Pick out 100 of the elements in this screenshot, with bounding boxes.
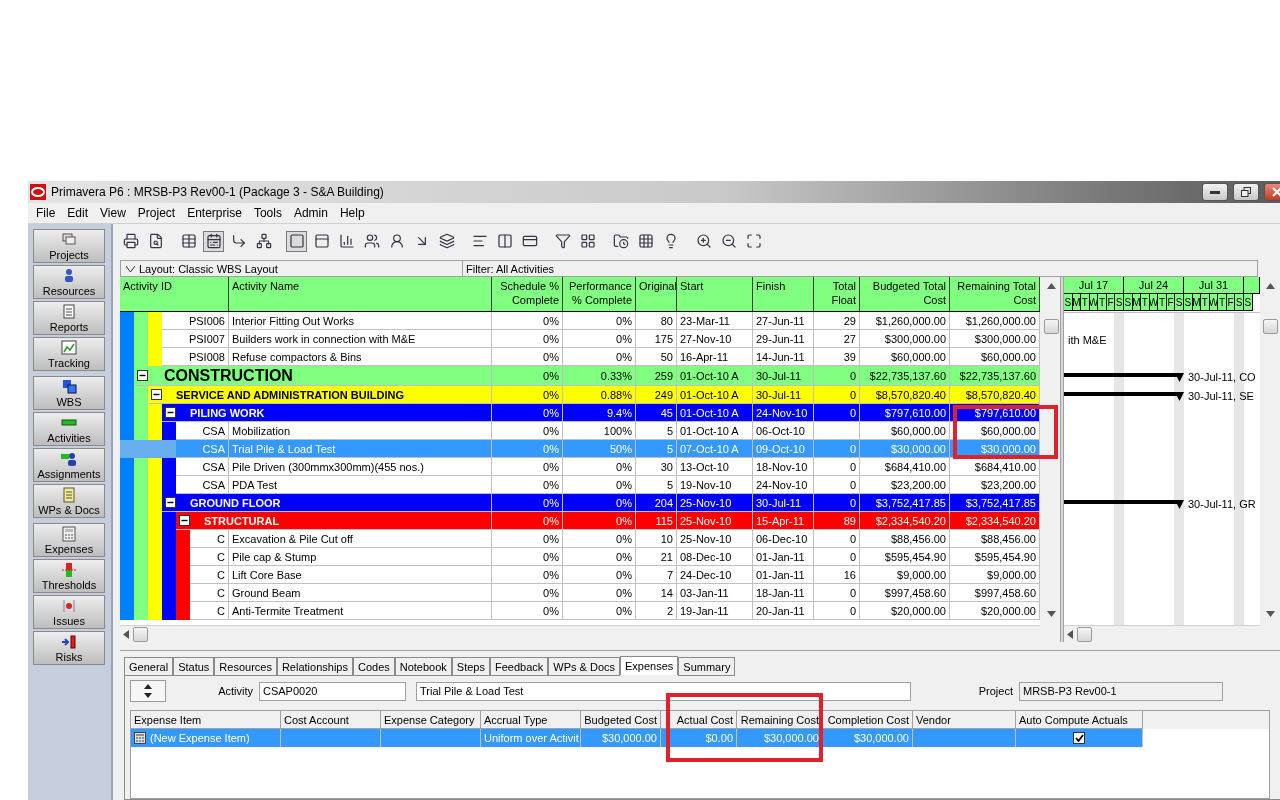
menu-item[interactable]: Project — [131, 206, 182, 220]
scroll-up-icon[interactable] — [1046, 283, 1056, 289]
table-cell[interactable]: C — [190, 530, 229, 548]
wbs-heading[interactable]: CONSTRUCTION — [134, 366, 492, 386]
scroll-thumb[interactable] — [1043, 319, 1059, 334]
sidebar-button[interactable]: WBS — [33, 376, 105, 410]
sidebar-button[interactable]: Thresholds — [33, 559, 105, 593]
table-cell: $8,570,820.40 — [860, 386, 950, 404]
tab[interactable]: Codes — [352, 657, 395, 676]
wbs-band — [162, 512, 176, 530]
table-cell: 16-Apr-11 — [677, 348, 753, 366]
sidebar-button[interactable]: Risks — [33, 631, 105, 665]
table-cell: 13-Oct-10 — [677, 458, 753, 476]
sidebar-button[interactable]: Assignments — [33, 448, 105, 482]
scroll-down-icon[interactable] — [1046, 611, 1056, 617]
collapse-icon[interactable] — [137, 370, 148, 381]
scroll-thumb[interactable] — [1077, 626, 1092, 642]
column-header[interactable]: Performance % Complete — [563, 277, 636, 311]
collapse-icon[interactable] — [165, 407, 176, 418]
gantt-bar[interactable] — [1064, 372, 1184, 382]
table-cell[interactable]: C — [190, 566, 229, 584]
sidebar-button[interactable]: Reports — [33, 301, 105, 335]
column-header[interactable]: Start — [677, 277, 753, 311]
sidebar-button[interactable]: Projects — [33, 229, 105, 263]
tab[interactable]: Notebook — [394, 657, 452, 676]
wbs-heading[interactable]: PILING WORK — [162, 404, 492, 422]
table-cell: $23,200.00 — [860, 476, 950, 494]
table-cell[interactable]: PSI006 — [162, 312, 229, 330]
wbs-heading[interactable]: STRUCTURAL — [176, 512, 492, 530]
tab[interactable]: Steps — [451, 657, 490, 676]
wbs-heading[interactable]: GROUND FLOOR — [162, 494, 492, 512]
table-cell: 80 — [636, 312, 677, 330]
table-cell: 0% — [492, 422, 563, 440]
scroll-left-icon[interactable] — [123, 629, 129, 639]
filter-label[interactable]: Filter: All Activities — [463, 261, 555, 276]
input-field[interactable]: MRSB-P3 Rev00-1 — [1019, 681, 1223, 701]
table-cell[interactable]: C — [190, 602, 229, 620]
table-cell[interactable]: PSI008 — [162, 348, 229, 366]
input-field[interactable]: Trial Pile & Load Test — [416, 681, 911, 701]
scroll-thumb[interactable] — [133, 626, 148, 642]
tab[interactable]: WPs & Docs — [548, 657, 621, 676]
sidebar-button[interactable]: WPs & Docs — [33, 484, 105, 518]
scroll-thumb[interactable] — [1262, 319, 1278, 334]
tab[interactable]: Relationships — [276, 657, 353, 676]
table-cell[interactable]: C — [190, 548, 229, 566]
menu-item[interactable]: Tools — [247, 206, 288, 220]
column-header[interactable]: Remaining Total Cost — [950, 277, 1040, 311]
sidebar-button[interactable]: Activities — [33, 412, 105, 446]
tab[interactable]: Resources — [214, 657, 277, 676]
input-field[interactable]: CSAP0020 — [259, 681, 406, 701]
tab[interactable]: Status — [173, 657, 215, 676]
column-header[interactable]: Activity Name — [229, 277, 492, 311]
restore-button[interactable] — [1233, 183, 1259, 201]
wbs-band — [120, 458, 134, 476]
zoom-out-icon — [720, 233, 737, 249]
layout-selector[interactable]: Layout: Classic WBS Layout — [121, 261, 463, 276]
tab[interactable]: Feedback — [490, 657, 549, 676]
column-header[interactable]: Original — [636, 277, 677, 311]
column-header[interactable]: Finish — [753, 277, 814, 311]
sidebar-button[interactable]: Expenses — [33, 523, 105, 557]
gantt-bar[interactable] — [1064, 499, 1184, 509]
column-header[interactable]: Schedule % Complete — [492, 277, 563, 311]
menu-item[interactable]: Enterprise — [181, 206, 248, 220]
tab[interactable]: General — [124, 657, 174, 676]
tab[interactable]: Expenses — [620, 656, 679, 675]
menu-item[interactable]: Help — [333, 206, 371, 220]
gantt-bar[interactable] — [1064, 391, 1184, 401]
table-cell[interactable]: CSA — [176, 476, 229, 494]
table-cell[interactable]: CSA — [176, 422, 229, 440]
scroll-down-icon[interactable] — [1265, 611, 1275, 617]
table-cell[interactable]: CSA — [176, 458, 229, 476]
wbs-heading[interactable]: SERVICE AND ADMINISTRATION BUILDING — [148, 386, 492, 404]
timescale-header — [1244, 277, 1260, 294]
table-cell[interactable]: PSI007 — [162, 330, 229, 348]
minimize-button[interactable] — [1202, 183, 1228, 201]
menu-item[interactable]: View — [94, 206, 132, 220]
column-header[interactable]: Activity ID — [120, 277, 229, 311]
toolbar-button[interactable] — [203, 230, 224, 252]
checkbox[interactable] — [1073, 732, 1085, 744]
table-cell[interactable]: C — [190, 584, 229, 602]
collapse-icon[interactable] — [165, 497, 176, 508]
collapse-icon[interactable] — [151, 389, 162, 400]
sidebar-button[interactable]: Tracking — [33, 337, 105, 371]
scroll-up-icon[interactable] — [1265, 283, 1275, 289]
menu-item[interactable]: Edit — [61, 206, 95, 220]
sidebar-button[interactable]: Issues — [33, 595, 105, 629]
column-header[interactable]: Budgeted Total Cost — [860, 277, 950, 311]
sidebar-button[interactable]: Resources — [33, 265, 105, 299]
collapse-icon[interactable] — [179, 515, 190, 526]
table-icon — [180, 233, 197, 249]
column-header[interactable]: Total Float — [814, 277, 860, 311]
table-cell: 30-Jul-11 — [753, 386, 814, 404]
table-cell: 07-Oct-10 A — [677, 440, 753, 458]
scroll-left-icon[interactable] — [1067, 629, 1073, 639]
day-label: S — [1184, 294, 1193, 311]
menu-item[interactable]: File — [30, 206, 62, 220]
tab[interactable]: Summary — [678, 657, 736, 676]
stepper-button[interactable] — [130, 680, 166, 702]
menu-item[interactable]: Admin — [287, 206, 334, 220]
wbs-band — [134, 602, 148, 620]
